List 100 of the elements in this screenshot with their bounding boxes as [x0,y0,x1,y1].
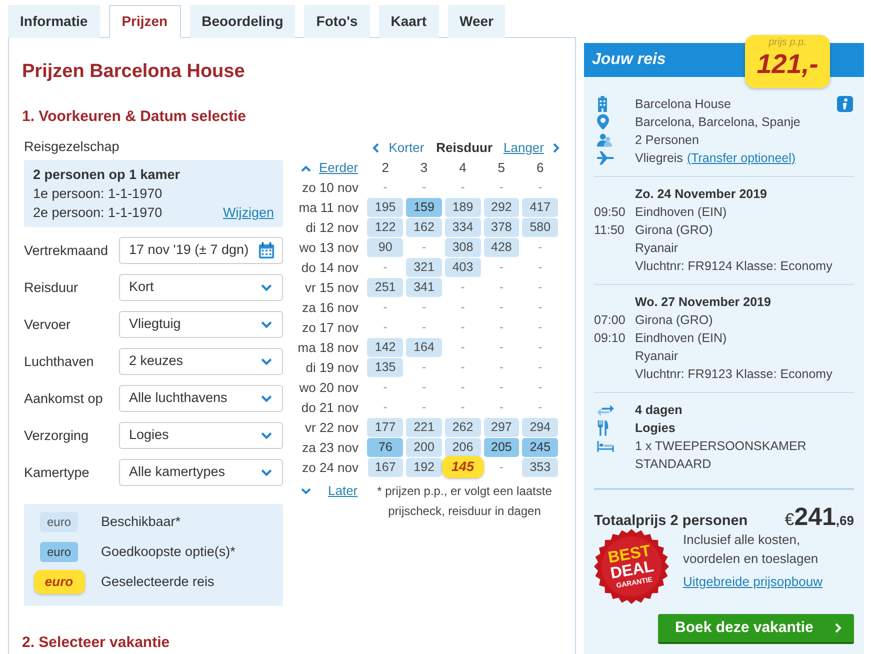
date-field[interactable]: 17 nov '19 (± 7 dgn) [119,237,283,264]
price-cell[interactable]: 297 [484,418,520,437]
total-label: Totaalprijs 2 personen [594,512,748,531]
flight-time: 09:10 [594,330,626,347]
price-cell[interactable]: 142 [367,338,404,357]
field-label: Verzorging [24,426,90,444]
section-heading: 1. Voorkeuren & Datum selectie [22,107,246,127]
bed-icon [597,440,614,452]
no-price-dash: - [420,239,428,256]
price-cell[interactable]: 403 [444,258,481,277]
price-cell[interactable]: 262 [444,418,481,437]
duration-heading: Reisduur [436,139,493,158]
date-label: di 12 nov [304,219,360,237]
trip-title: Jouw reis [592,50,666,70]
airplane-icon [597,151,614,165]
selected-price[interactable]: 145 [442,456,484,478]
trip-detail: Barcelona House [635,96,731,113]
no-price-dash: - [460,339,466,356]
page-title: Prijzen Barcelona House [22,60,245,84]
building-icon [597,96,608,112]
dropdown[interactable]: Vliegtuig [119,311,283,338]
dropdown[interactable]: Alle luchthavens [119,385,283,412]
price-cell[interactable]: 189 [444,198,481,217]
no-price-dash: - [498,339,505,356]
price-cell[interactable]: 192 [406,458,442,477]
legend-sample: euro [34,570,84,594]
price-note: * prijzen p.p., er volgt een laatste prijscheck, reisduur in dagen [376,483,553,520]
book-button[interactable]: Boek deze vakantie [658,614,854,644]
price-cell[interactable]: 159 [406,198,442,217]
price-cell[interactable]: 251 [367,278,404,297]
price-cell[interactable]: 308 [444,238,481,257]
price-cell[interactable]: 245 [522,438,558,457]
chevron-down-icon [261,320,272,328]
price-cell[interactable]: 580 [522,218,558,237]
price-cell[interactable]: 177 [367,418,404,437]
price-cell[interactable]: 206 [444,438,481,457]
tab[interactable]: Informatie [8,5,100,38]
section-heading: 2. Selecteer vakantie [22,634,170,652]
no-price-dash: - [537,259,544,276]
no-price-dash: - [537,239,544,256]
price-cell[interactable]: 353 [522,458,558,477]
tab[interactable]: Kaart [378,5,438,38]
no-price-dash: - [420,319,428,336]
people-icon [597,133,612,147]
stay-detail: 4 dagen [635,402,682,419]
price-cell[interactable]: 122 [367,218,404,237]
price-cell[interactable]: 378 [484,218,520,237]
no-price-dash: - [498,299,505,316]
later-link[interactable]: Later [328,481,358,501]
edit-link[interactable]: Wijzigen [222,203,274,222]
column-header: 6 [536,159,545,178]
tab[interactable]: Beoordeling [190,5,296,38]
field-label: Vertrekmaand [24,242,110,260]
price-breakdown-link[interactable]: Uitgebreide prijsopbouw [683,572,833,592]
price-cell[interactable]: 164 [406,338,442,357]
price-cell[interactable]: 135 [367,358,404,377]
calendar-icon [258,242,275,259]
price-cell[interactable]: 334 [444,218,481,237]
field-label: Aankomst op [24,390,104,408]
info-icon[interactable] [837,96,853,112]
chevron-down-icon [261,394,272,402]
price-cell[interactable]: 221 [406,418,442,437]
no-price-dash: - [382,259,388,276]
tab[interactable]: Weer [448,5,506,38]
longer-link[interactable]: Langer [504,138,544,158]
tab[interactable]: Foto's [304,5,370,38]
price-cell[interactable]: 294 [522,418,558,437]
column-header: 3 [419,159,429,178]
chevron-up-icon [301,164,311,172]
no-price-dash: - [460,299,466,316]
price-cell[interactable]: 341 [406,278,442,297]
field-label: Reisduur [24,278,80,296]
dropdown[interactable]: Kort [119,274,283,301]
price-cell[interactable]: 90 [367,238,404,257]
price-cell[interactable]: 167 [368,458,404,477]
no-price-dash: - [498,259,505,276]
price-cell[interactable]: 292 [484,198,520,217]
price-cell[interactable]: 195 [367,198,404,217]
dropdown[interactable]: Alle kamertypes [119,459,283,486]
price-cell[interactable]: 200 [406,438,442,457]
price-cell[interactable]: 162 [406,218,442,237]
price-cell[interactable]: 76 [367,438,404,457]
dropdown[interactable]: Logies [119,422,283,449]
price-cell[interactable]: 417 [522,198,558,217]
legend-label: Goedkoopste optie(s)* [101,542,236,561]
trip-detail: 2 Personen [635,132,699,149]
arrows-icon [597,404,614,416]
airline: Ryanair [634,240,680,257]
shorter-link[interactable]: Korter [388,138,424,158]
tab[interactable]: Prijzen [108,5,181,38]
person-birthdate: 2e persoon: 1-1-1970 [33,204,162,222]
price-cell[interactable]: 428 [484,238,520,257]
flight-date: Wo. 27 November 2019 [634,294,772,311]
transfer-link[interactable]: (Transfer optioneel) [686,148,796,168]
price-cell[interactable]: 321 [406,258,442,277]
dropdown[interactable]: 2 keuzes [119,348,283,375]
no-price-dash: - [537,179,544,196]
price-cell[interactable]: 205 [484,438,520,457]
earlier-link[interactable]: Eerder [319,158,358,178]
chevron-down-icon [261,432,272,440]
